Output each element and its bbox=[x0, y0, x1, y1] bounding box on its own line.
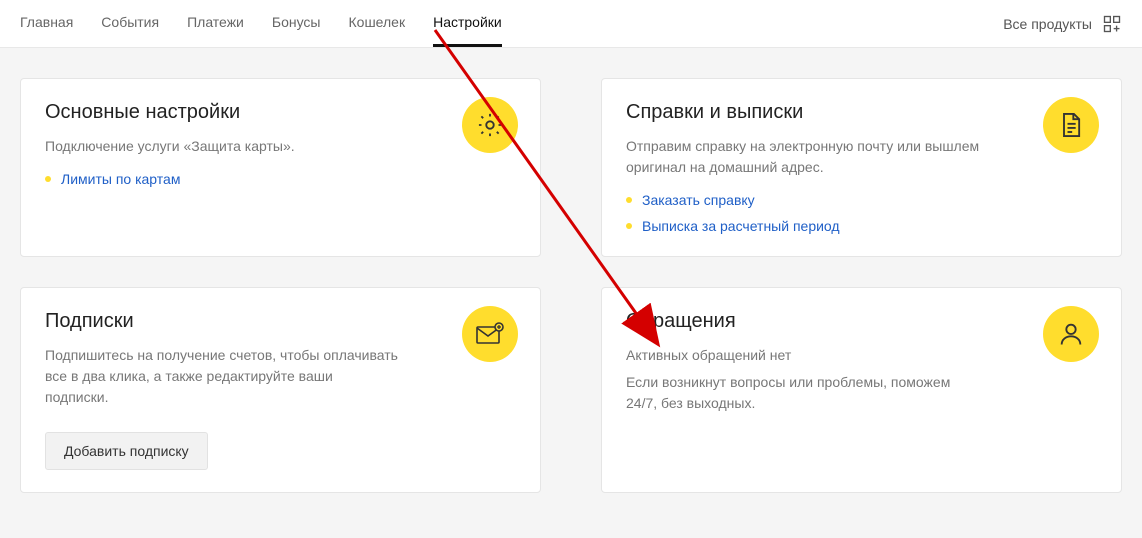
document-icon bbox=[1043, 97, 1099, 153]
card-subtitle: Активных обращений нет bbox=[626, 345, 979, 366]
link-list: Лимиты по картам bbox=[45, 171, 516, 187]
tab-settings[interactable]: Настройки bbox=[433, 0, 502, 47]
card-desc: Если возникнут вопросы или проблемы, пом… bbox=[626, 372, 979, 414]
card-title: Основные настройки bbox=[45, 101, 516, 124]
link-item-card-limits[interactable]: Лимиты по картам bbox=[45, 171, 516, 187]
link-text: Лимиты по картам bbox=[61, 171, 180, 187]
grid-icon bbox=[1102, 14, 1122, 34]
bullet-icon bbox=[626, 197, 632, 203]
tab-payments[interactable]: Платежи bbox=[187, 0, 244, 47]
link-list: Заказать справку Выписка за расчетный пе… bbox=[626, 192, 1097, 234]
card-title: Обращения bbox=[626, 310, 1097, 333]
bullet-icon bbox=[45, 176, 51, 182]
tab-main[interactable]: Главная bbox=[20, 0, 73, 47]
card-desc: Отправим справку на электронную почту ил… bbox=[626, 136, 979, 178]
all-products-label: Все продукты bbox=[1003, 16, 1092, 32]
person-icon bbox=[1043, 306, 1099, 362]
card-desc: Подключение услуги «Защита карты». bbox=[45, 136, 398, 157]
add-subscription-button[interactable]: Добавить подписку bbox=[45, 432, 208, 470]
link-item-order-statement[interactable]: Заказать справку bbox=[626, 192, 1097, 208]
bullet-icon bbox=[626, 223, 632, 229]
card-subscriptions[interactable]: Подписки Подпишитесь на получение счетов… bbox=[20, 287, 541, 493]
card-statements[interactable]: Справки и выписки Отправим справку на эл… bbox=[601, 78, 1122, 257]
card-title: Подписки bbox=[45, 310, 516, 333]
card-desc: Подпишитесь на получение счетов, чтобы о… bbox=[45, 345, 398, 408]
content-grid: Основные настройки Подключение услуги «З… bbox=[0, 48, 1142, 523]
tab-wallet[interactable]: Кошелек bbox=[349, 0, 406, 47]
link-text: Выписка за расчетный период bbox=[642, 218, 840, 234]
top-nav: Главная События Платежи Бонусы Кошелек Н… bbox=[0, 0, 1142, 48]
link-text: Заказать справку bbox=[642, 192, 755, 208]
tab-events[interactable]: События bbox=[101, 0, 159, 47]
card-main-settings[interactable]: Основные настройки Подключение услуги «З… bbox=[20, 78, 541, 257]
envelope-plus-icon bbox=[462, 306, 518, 362]
gear-icon bbox=[462, 97, 518, 153]
card-requests[interactable]: Обращения Активных обращений нет Если во… bbox=[601, 287, 1122, 493]
link-item-period-statement[interactable]: Выписка за расчетный период bbox=[626, 218, 1097, 234]
all-products-button[interactable]: Все продукты bbox=[1003, 14, 1122, 34]
tab-list: Главная События Платежи Бонусы Кошелек Н… bbox=[20, 0, 502, 47]
tab-bonuses[interactable]: Бонусы bbox=[272, 0, 321, 47]
card-title: Справки и выписки bbox=[626, 101, 1097, 124]
